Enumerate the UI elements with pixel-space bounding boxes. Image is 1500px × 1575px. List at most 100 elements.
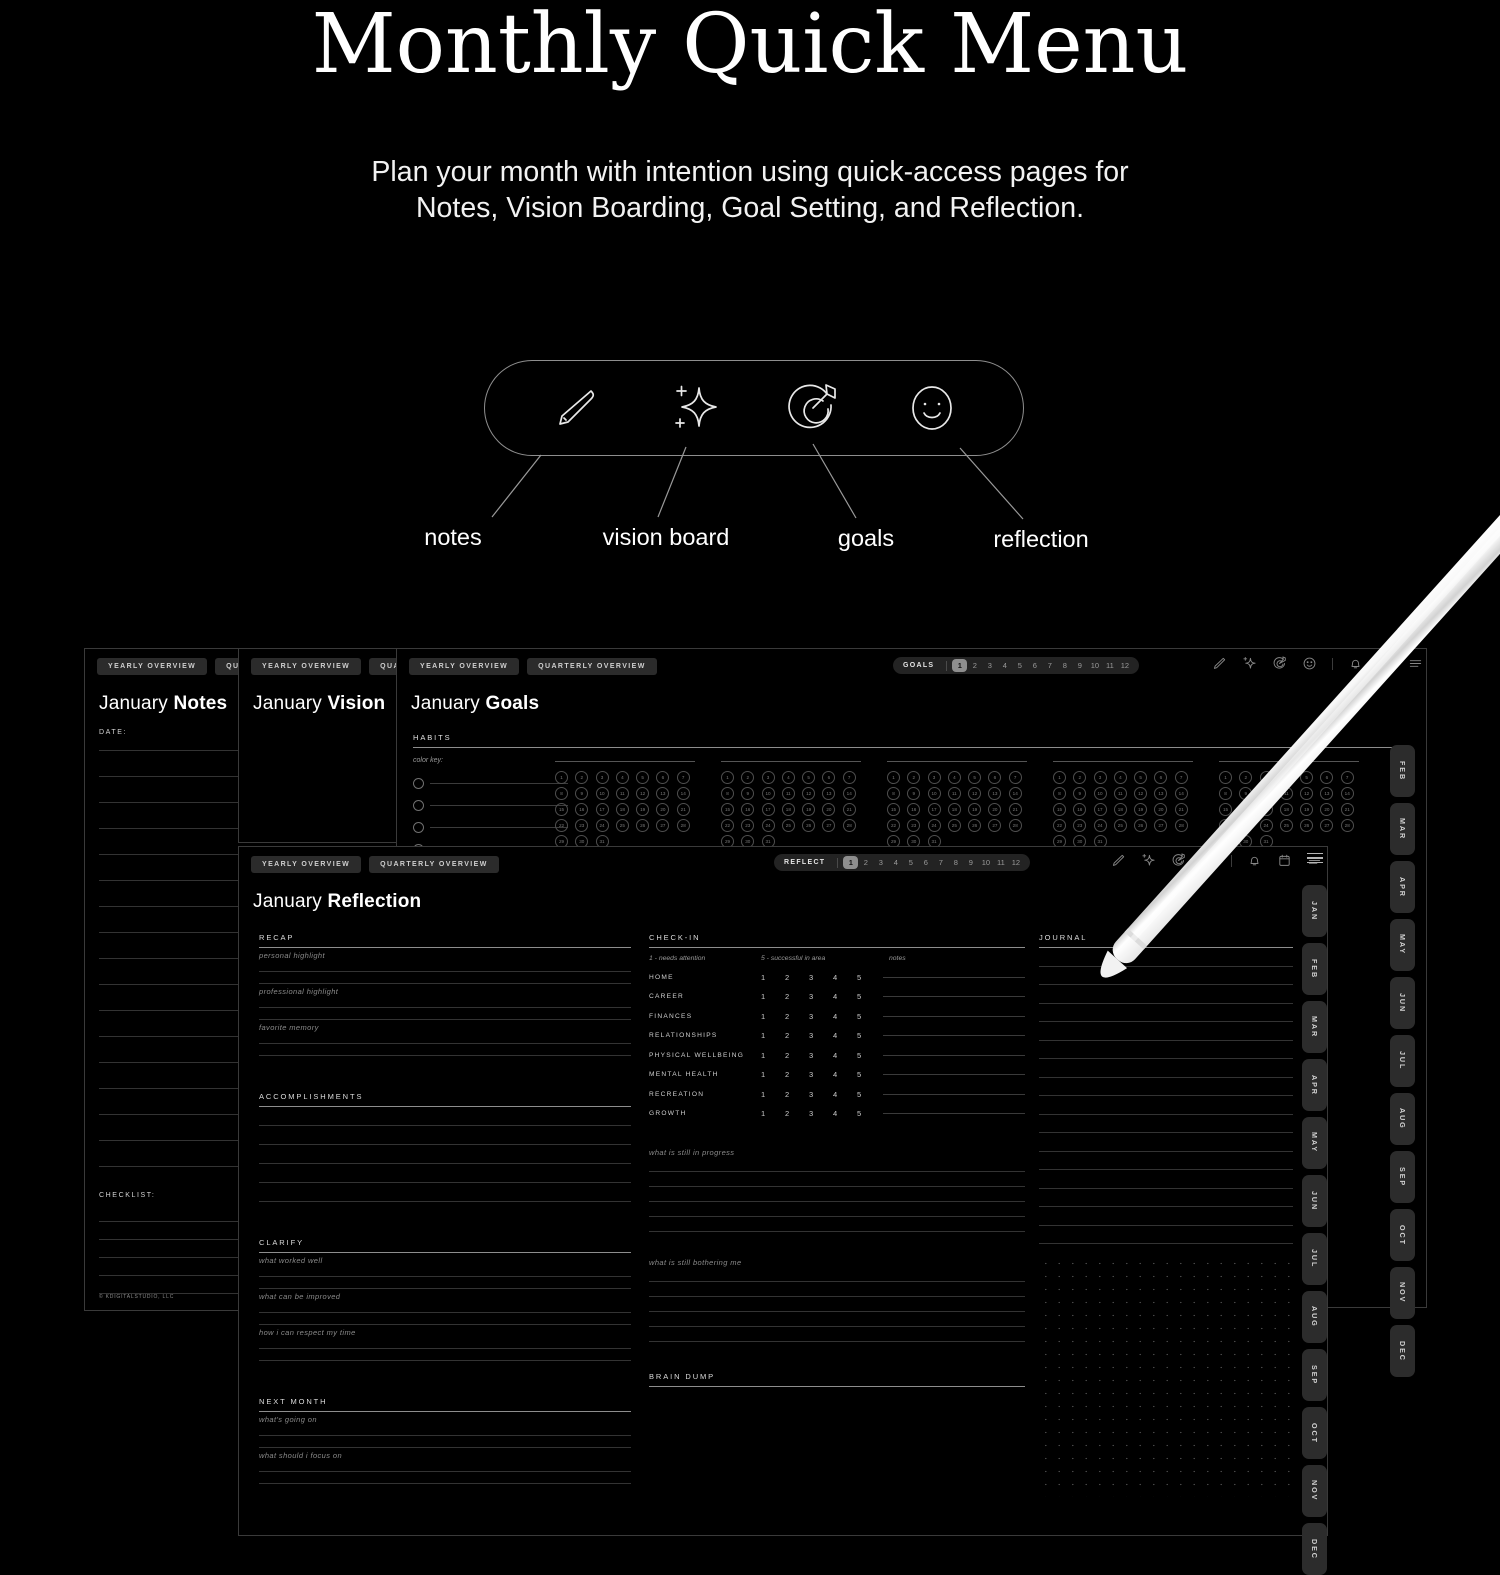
habit-day-27[interactable]: 27 bbox=[1320, 819, 1334, 832]
checkin-score-4[interactable]: 4 bbox=[833, 1051, 857, 1060]
switcher-month-9[interactable]: 9 bbox=[963, 856, 978, 869]
switcher-month-3[interactable]: 3 bbox=[873, 856, 888, 869]
month-tab-may[interactable]: MAY bbox=[1390, 919, 1415, 971]
habit-day-27[interactable]: 27 bbox=[1154, 819, 1168, 832]
accomplishment-line[interactable] bbox=[259, 1125, 631, 1126]
habit-title-line[interactable] bbox=[721, 761, 861, 762]
switcher-month-6[interactable]: 6 bbox=[918, 856, 933, 869]
habit-day-21[interactable]: 21 bbox=[1340, 803, 1354, 816]
journal-lines[interactable] bbox=[1039, 965, 1293, 1244]
habit-day-26[interactable]: 26 bbox=[1134, 819, 1148, 832]
habit-day-8[interactable]: 8 bbox=[887, 787, 900, 800]
habit-day-grids[interactable]: 1 2 3 4 5 6 7 8 9 10 11 12 13 14 15 16 17 18 19 20 21 22 23 24 2… bbox=[555, 761, 1359, 848]
checkin-note-line[interactable] bbox=[883, 1113, 1025, 1114]
habit-day-3[interactable]: 3 bbox=[927, 771, 941, 784]
checkin-row[interactable]: MENTAL HEALTH 1 2 3 4 5 bbox=[649, 1070, 1025, 1079]
habit-day-11[interactable]: 11 bbox=[781, 787, 795, 800]
habit-day-11[interactable]: 11 bbox=[1113, 787, 1127, 800]
habit-day-26[interactable]: 26 bbox=[636, 819, 650, 832]
habit-day-5[interactable]: 5 bbox=[802, 771, 816, 784]
checkin-score-5[interactable]: 5 bbox=[857, 1051, 881, 1060]
bell-icon[interactable] bbox=[1247, 853, 1262, 868]
habit-day-13[interactable]: 13 bbox=[988, 787, 1002, 800]
habit-day-25[interactable]: 25 bbox=[781, 819, 795, 832]
habit-day-27[interactable]: 27 bbox=[822, 819, 836, 832]
month-tab-mar[interactable]: MAR bbox=[1390, 803, 1415, 855]
clarify-field-line[interactable] bbox=[259, 1360, 631, 1361]
habit-color-swatch[interactable] bbox=[413, 778, 424, 789]
checkin-row[interactable]: FINANCES 1 2 3 4 5 bbox=[649, 1012, 1025, 1021]
month-tab-aug[interactable]: AUG bbox=[1390, 1093, 1415, 1145]
switcher-month-7[interactable]: 7 bbox=[1042, 659, 1057, 672]
habit-day-10[interactable]: 10 bbox=[1259, 787, 1273, 800]
habits-tracker[interactable]: HABITS color key: 1 2 3 4 5 6 7 8 9 10 11 12 13 14 15 1… bbox=[413, 733, 1413, 855]
habit-day-20[interactable]: 20 bbox=[1320, 803, 1334, 816]
habit-day-16[interactable]: 16 bbox=[741, 803, 755, 816]
habit-day-25[interactable]: 25 bbox=[947, 819, 961, 832]
journal-line[interactable] bbox=[1039, 1243, 1293, 1244]
chip-quarterly-overview[interactable]: QUARTERLY OVERVIEW bbox=[369, 856, 499, 873]
habit-title-line[interactable] bbox=[555, 761, 695, 762]
habit-name-line[interactable] bbox=[430, 805, 568, 806]
habit-day-26[interactable]: 26 bbox=[802, 819, 816, 832]
habit-day-grid[interactable]: 1 2 3 4 5 6 7 8 9 10 11 12 13 14 15 16 17 18 19 20 21 22 23 24 2… bbox=[721, 761, 861, 848]
habit-day-22[interactable]: 22 bbox=[721, 819, 734, 832]
checkin-score-3[interactable]: 3 bbox=[809, 1090, 833, 1099]
habit-day-14[interactable]: 14 bbox=[1008, 787, 1022, 800]
journal-line[interactable] bbox=[1039, 1002, 1293, 1004]
switcher-month-8[interactable]: 8 bbox=[1057, 659, 1072, 672]
journal-line[interactable] bbox=[1039, 1206, 1293, 1207]
switcher-month-7[interactable]: 7 bbox=[933, 856, 948, 869]
checkin-score-4[interactable]: 4 bbox=[833, 1109, 857, 1118]
habit-day-22[interactable]: 22 bbox=[1219, 819, 1232, 832]
habit-day-28[interactable]: 28 bbox=[1008, 819, 1022, 832]
switcher-month-6[interactable]: 6 bbox=[1027, 659, 1042, 672]
pencil-icon[interactable] bbox=[1212, 656, 1227, 671]
checkin-score-2[interactable]: 2 bbox=[785, 1051, 809, 1060]
habit-day-9[interactable]: 9 bbox=[907, 787, 921, 800]
habit-day-6[interactable]: 6 bbox=[1320, 771, 1334, 784]
habit-day-12[interactable]: 12 bbox=[1300, 787, 1314, 800]
bothering-lines[interactable] bbox=[649, 1281, 1025, 1342]
checkin-score-5[interactable]: 5 bbox=[857, 1031, 881, 1040]
checkin-score-1[interactable]: 1 bbox=[761, 973, 785, 982]
checkin-score-1[interactable]: 1 bbox=[761, 1090, 785, 1099]
habit-title-line[interactable] bbox=[1219, 761, 1359, 762]
recap-field-group[interactable]: favorite memory bbox=[259, 1023, 631, 1056]
habit-day-20[interactable]: 20 bbox=[1154, 803, 1168, 816]
switcher-month-4[interactable]: 4 bbox=[997, 659, 1012, 672]
checkin-score-5[interactable]: 5 bbox=[857, 1070, 881, 1079]
reflect-month-switcher[interactable]: REFLECT 1 2 3 4 5 6 7 8 9 10 11 12 bbox=[774, 854, 1031, 871]
accomplishment-line[interactable] bbox=[259, 1163, 631, 1164]
checkin-score-5[interactable]: 5 bbox=[857, 973, 881, 982]
habit-day-3[interactable]: 3 bbox=[761, 771, 775, 784]
habit-day-24[interactable]: 24 bbox=[761, 819, 775, 832]
recap-field-group[interactable]: professional highlight bbox=[259, 987, 631, 1020]
checkin-score-2[interactable]: 2 bbox=[785, 973, 809, 982]
habit-day-4[interactable]: 4 bbox=[947, 771, 961, 784]
pencil-icon[interactable] bbox=[1111, 853, 1126, 868]
habit-day-18[interactable]: 18 bbox=[1279, 803, 1293, 816]
recap-field-line[interactable] bbox=[259, 971, 631, 972]
month-tab-nov[interactable]: NOV bbox=[1302, 1465, 1327, 1517]
target-icon[interactable] bbox=[1272, 656, 1287, 671]
checkin-score-1[interactable]: 1 bbox=[761, 1031, 785, 1040]
habit-day-13[interactable]: 13 bbox=[1320, 787, 1334, 800]
journal-line[interactable] bbox=[1039, 1039, 1293, 1041]
checkin-note-line[interactable] bbox=[883, 1035, 1025, 1036]
habit-day-8[interactable]: 8 bbox=[555, 787, 568, 800]
sparkle-icon[interactable] bbox=[1242, 656, 1257, 671]
chip-yearly-overview[interactable]: YEARLY OVERVIEW bbox=[251, 658, 362, 675]
habit-day-24[interactable]: 24 bbox=[595, 819, 609, 832]
accomplishments-lines[interactable] bbox=[259, 1125, 631, 1202]
habit-day-15[interactable]: 15 bbox=[721, 803, 734, 816]
habit-day-6[interactable]: 6 bbox=[822, 771, 836, 784]
menu-icon[interactable] bbox=[1307, 853, 1323, 866]
habit-day-7[interactable]: 7 bbox=[676, 771, 690, 784]
habit-day-4[interactable]: 4 bbox=[1279, 771, 1293, 784]
checkin-score-5[interactable]: 5 bbox=[857, 1109, 881, 1118]
month-tab-feb[interactable]: FEB bbox=[1302, 943, 1327, 995]
habit-day-19[interactable]: 19 bbox=[1134, 803, 1148, 816]
journal-line[interactable] bbox=[1039, 1224, 1293, 1226]
habit-day-19[interactable]: 19 bbox=[636, 803, 650, 816]
